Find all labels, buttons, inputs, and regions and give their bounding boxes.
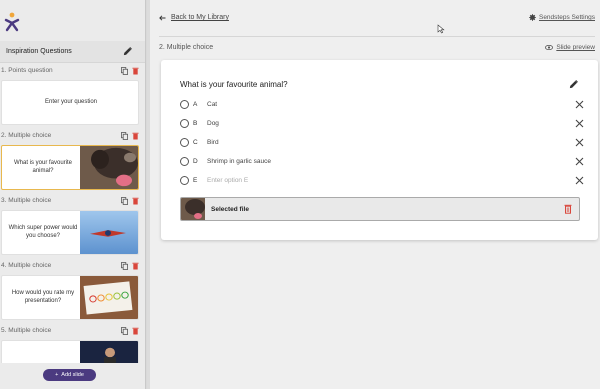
slide-header: 3. Multiple choice <box>0 193 145 208</box>
divider <box>159 36 595 37</box>
settings-link[interactable]: Sendsteps Settings <box>528 14 595 21</box>
option-input[interactable]: Shrimp in garlic sauce <box>207 158 271 165</box>
option-letter: E <box>193 177 198 184</box>
question-text[interactable]: What is your favourite animal? <box>180 80 288 89</box>
settings-label: Sendsteps Settings <box>538 14 595 21</box>
close-icon[interactable] <box>575 176 584 185</box>
option-letter: A <box>193 101 198 108</box>
copy-icon[interactable] <box>121 327 128 335</box>
sidebar: Inspiration Questions 1. Points question… <box>0 0 146 389</box>
mouse-cursor <box>437 24 445 34</box>
radio-button[interactable] <box>180 119 189 128</box>
file-thumbnail <box>181 198 205 220</box>
option-letter: B <box>193 120 198 127</box>
trash-icon[interactable] <box>564 204 572 214</box>
rating-image <box>80 276 138 319</box>
slide-item[interactable]: 5. Multiple choice <box>0 323 145 363</box>
option-letter: D <box>193 158 198 165</box>
sendsteps-logo[interactable] <box>3 12 21 32</box>
radio-button[interactable] <box>180 138 189 147</box>
answer-option[interactable]: C Bird <box>180 136 584 150</box>
close-icon[interactable] <box>575 100 584 109</box>
main-panel: Back to My Library Sendsteps Settings 2.… <box>147 0 600 389</box>
slide-image <box>80 341 138 363</box>
slide-thumbnail[interactable]: How would you rate my presentation? <box>1 275 139 320</box>
sidebar-header: Inspiration Questions <box>0 41 145 63</box>
trash-icon[interactable] <box>132 132 139 140</box>
slide-label: 4. Multiple choice <box>1 262 52 269</box>
slide-title: 2. Multiple choice <box>159 44 214 51</box>
slide-header: 4. Multiple choice <box>0 258 145 273</box>
slide-item[interactable]: 2. Multiple choice What is your favourit… <box>0 128 145 190</box>
radio-button[interactable] <box>180 176 189 185</box>
file-label: Selected file <box>211 206 249 213</box>
option-input[interactable]: Cat <box>207 101 217 108</box>
question-editor: What is your favourite animal? A Cat B D… <box>161 60 598 240</box>
trash-icon[interactable] <box>132 327 139 335</box>
slide-item[interactable]: 4. Multiple choice How would you rate my… <box>0 258 145 320</box>
plus-icon: + <box>55 372 59 378</box>
option-letter: C <box>193 139 198 146</box>
copy-icon[interactable] <box>121 67 128 75</box>
close-icon[interactable] <box>575 138 584 147</box>
dog-image <box>80 146 138 189</box>
preview-label: Slide preview <box>556 44 595 51</box>
answer-option[interactable]: B Dog <box>180 117 584 131</box>
slide-thumbnail[interactable]: Which super power would you choose? <box>1 210 139 255</box>
pencil-icon[interactable] <box>122 46 133 57</box>
answer-option[interactable]: E Enter option E <box>180 174 584 188</box>
arrow-left-icon <box>159 14 166 21</box>
slide-header: 5. Multiple choice <box>0 323 145 338</box>
close-icon[interactable] <box>575 119 584 128</box>
slide-question: Which super power would you choose? <box>8 224 78 239</box>
option-input[interactable]: Dog <box>207 120 219 127</box>
radio-button[interactable] <box>180 157 189 166</box>
slide-question: Enter your question <box>44 98 98 105</box>
radio-button[interactable] <box>180 100 189 109</box>
trash-icon[interactable] <box>132 67 139 75</box>
slide-label: 2. Multiple choice <box>1 132 52 139</box>
answer-option[interactable]: D Shrimp in garlic sauce <box>180 155 584 169</box>
divider <box>147 0 150 389</box>
slide-question <box>4 341 82 363</box>
slide-list: 1. Points question Enter your question 2… <box>0 63 145 363</box>
slide-question: What is your favourite animal? <box>13 159 73 174</box>
back-link[interactable]: Back to My Library <box>159 14 229 21</box>
selected-file: Selected file <box>180 197 580 221</box>
eye-icon <box>545 45 554 50</box>
option-input[interactable]: Bird <box>207 139 219 146</box>
copy-icon[interactable] <box>121 132 128 140</box>
slide-thumbnail[interactable] <box>1 340 139 363</box>
pencil-icon[interactable] <box>568 79 579 90</box>
answer-option[interactable]: A Cat <box>180 98 584 112</box>
slide-header: 2. Multiple choice <box>0 128 145 143</box>
slide-label: 1. Points question <box>1 67 53 74</box>
slide-label: 3. Multiple choice <box>1 197 52 204</box>
slide-thumbnail[interactable]: Enter your question <box>1 80 139 125</box>
option-input[interactable]: Enter option E <box>207 177 248 184</box>
trash-icon[interactable] <box>132 262 139 270</box>
slide-thumbnail[interactable]: What is your favourite animal? <box>1 145 139 190</box>
gear-icon <box>528 14 536 21</box>
slide-item[interactable]: 3. Multiple choice Which super power wou… <box>0 193 145 255</box>
copy-icon[interactable] <box>121 197 128 205</box>
slide-question: How would you rate my presentation? <box>11 289 75 304</box>
trash-icon[interactable] <box>132 197 139 205</box>
add-slide-label: Add slide <box>61 372 84 378</box>
back-label: Back to My Library <box>171 14 229 21</box>
presentation-title: Inspiration Questions <box>6 48 72 55</box>
superhero-image <box>80 211 138 254</box>
slide-item[interactable]: 1. Points question Enter your question <box>0 63 145 125</box>
close-icon[interactable] <box>575 157 584 166</box>
slide-preview-link[interactable]: Slide preview <box>545 44 595 51</box>
slide-label: 5. Multiple choice <box>1 327 52 334</box>
add-slide-button[interactable]: + Add slide <box>43 369 96 381</box>
copy-icon[interactable] <box>121 262 128 270</box>
slide-header: 1. Points question <box>0 63 145 78</box>
